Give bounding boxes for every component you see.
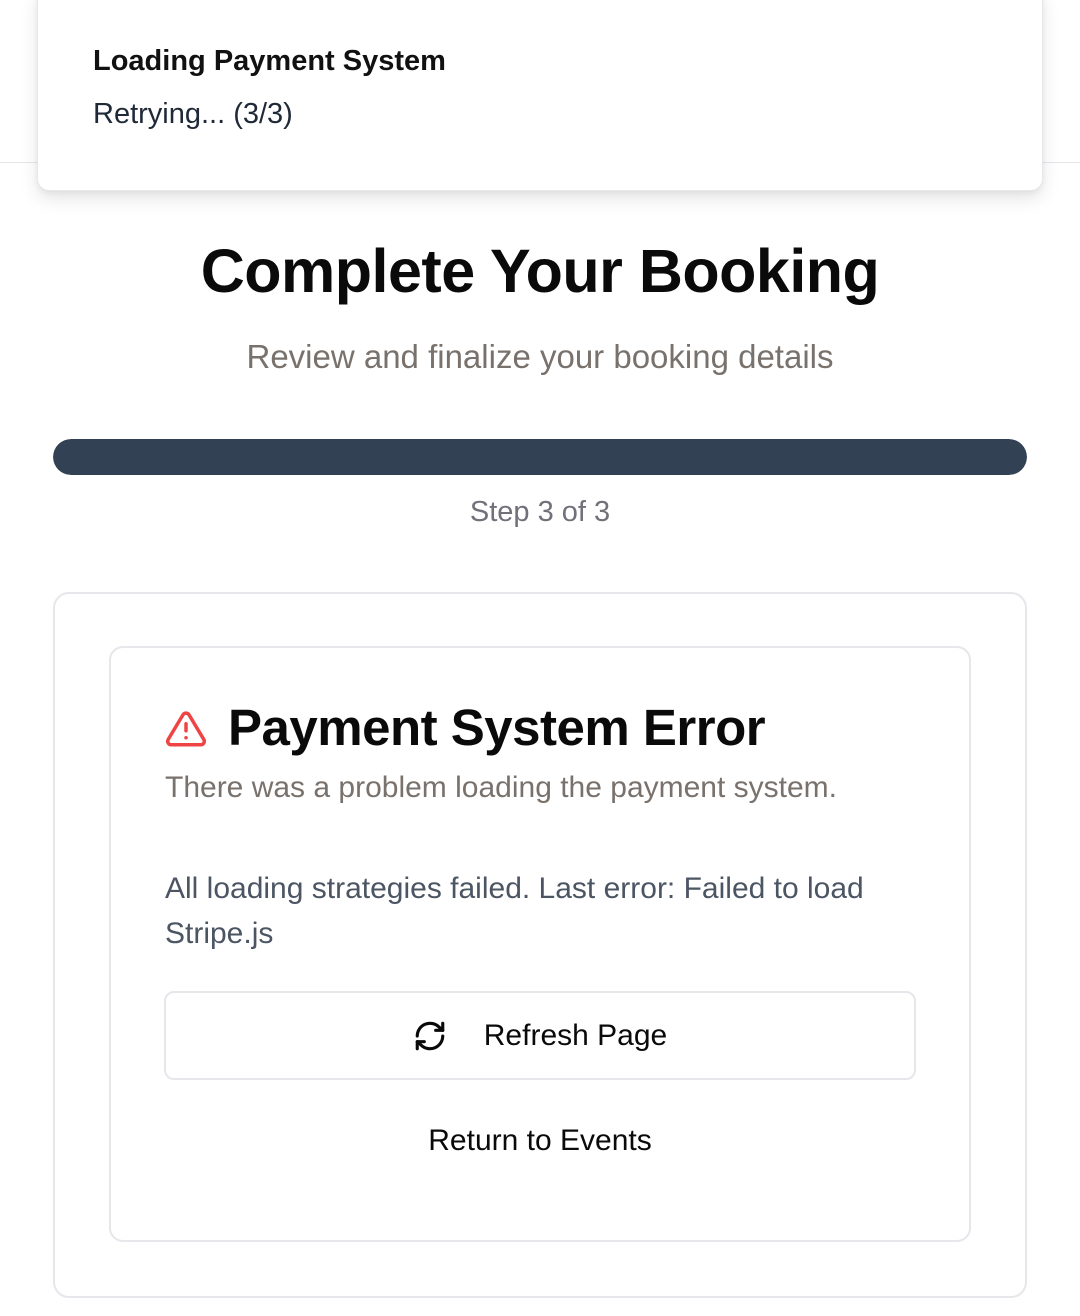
refresh-page-button[interactable]: Refresh Page [164,991,916,1080]
toast-title: Loading Payment System [93,45,446,77]
loading-toast: Loading Payment System Retrying... (3/3) [37,0,1043,191]
toast-description: Retrying... (3/3) [93,98,293,130]
booking-page: Loading Payment System Retrying... (3/3)… [0,0,1080,1316]
return-to-events-button[interactable]: Return to Events [164,1108,916,1174]
page-subtitle: Review and finalize your booking details [246,338,834,375]
page-title: Complete Your Booking [200,237,880,305]
progress-fill [53,439,1027,475]
alert-triangle-icon [164,708,208,750]
error-subtitle: There was a problem loading the payment … [165,771,837,804]
step-indicator: Step 3 of 3 [469,496,611,528]
return-to-events-label: Return to Events [428,1124,652,1157]
refresh-icon [413,1019,447,1053]
error-detail: All loading strategies failed. Last erro… [165,872,864,950]
progress-bar [53,439,1027,475]
error-title: Payment System Error [228,699,766,756]
refresh-page-label: Refresh Page [483,1018,668,1052]
